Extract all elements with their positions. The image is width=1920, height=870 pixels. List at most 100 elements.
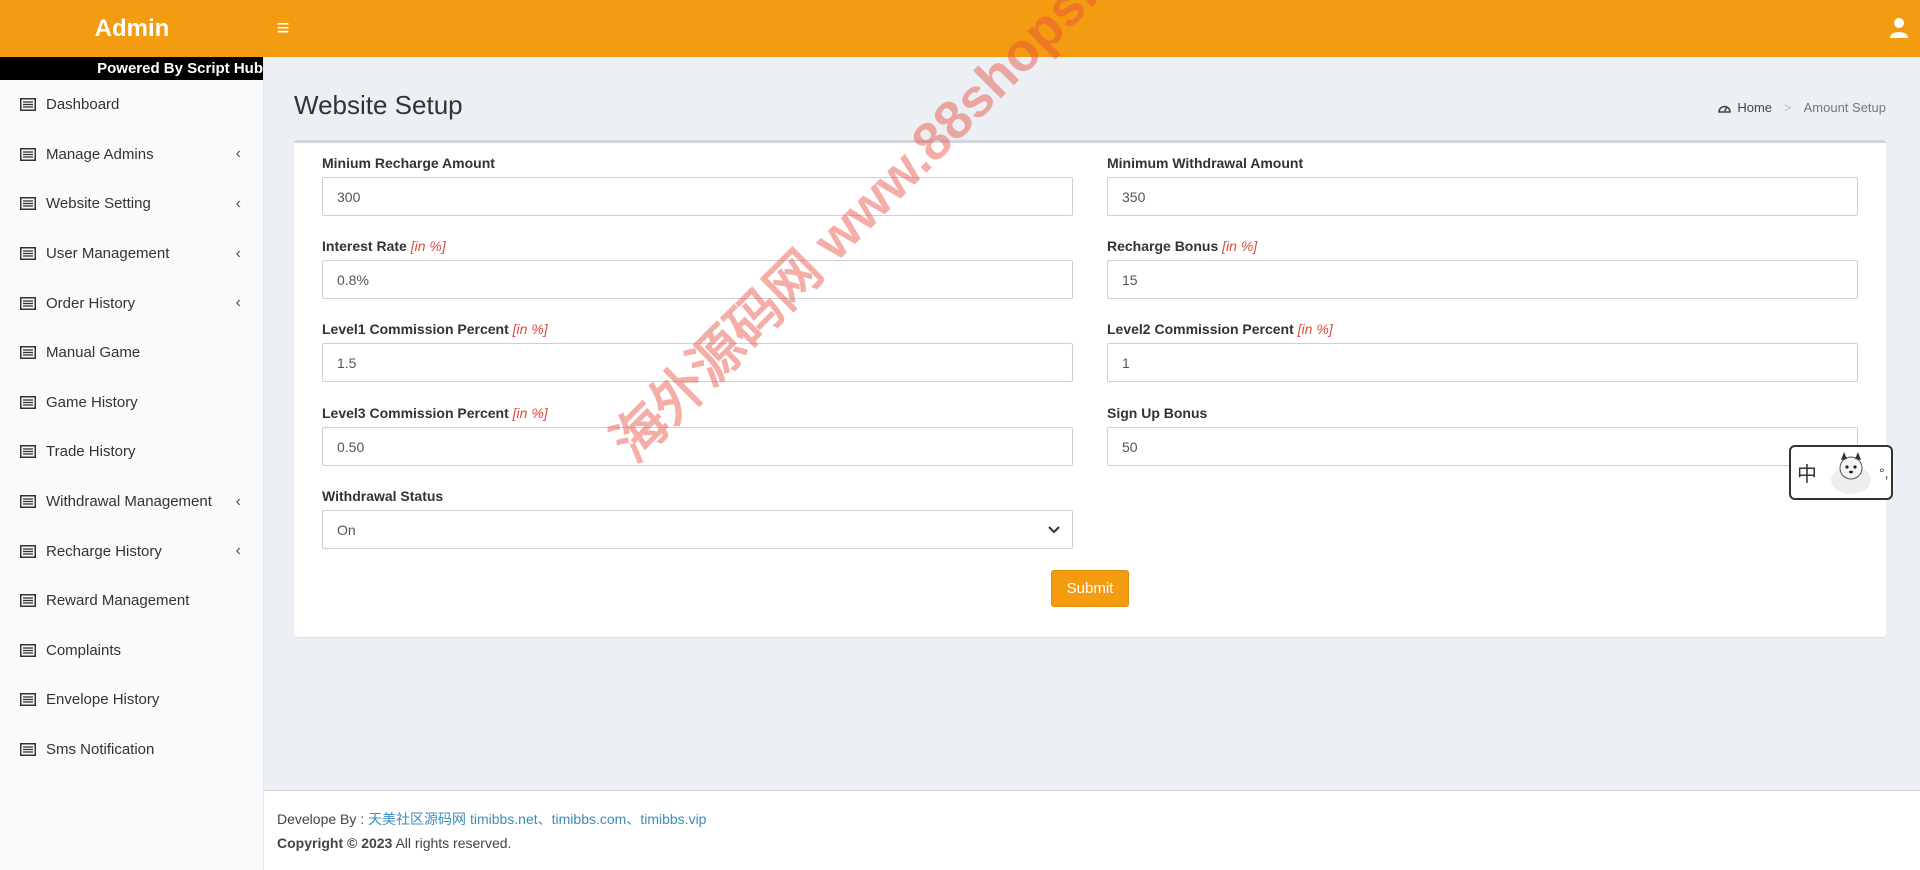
level2-commission-label: Level2 Commission Percent [in %]: [1107, 321, 1333, 337]
copyright-rest: All rights reserved.: [395, 835, 512, 851]
sidebar-item-label: Complaints: [46, 641, 122, 659]
unit-hint: [in %]: [1297, 321, 1333, 337]
sidebar-item-label: Envelope History: [46, 691, 160, 709]
min-withdrawal-input[interactable]: [1107, 177, 1858, 216]
list-icon: [20, 594, 36, 608]
level2-commission-input[interactable]: [1107, 343, 1858, 382]
content-header: Website Setup: [294, 90, 463, 121]
sidebar-item-recharge-history[interactable]: Recharge History ‹: [0, 526, 263, 576]
signup-bonus-field: Sign Up Bonus: [1107, 405, 1858, 466]
chevron-left-icon: ‹: [235, 294, 241, 312]
list-icon: [20, 544, 36, 558]
sidebar-item-website-setting[interactable]: Website Setting ‹: [0, 179, 263, 229]
copyright-line: Copyright © 2023 All rights reserved.: [277, 835, 1907, 851]
sidebar-item-manage-admins[interactable]: Manage Admins ‹: [0, 130, 263, 180]
withdrawal-status-field: Withdrawal Status On: [322, 488, 1073, 549]
interest-rate-input[interactable]: [322, 260, 1073, 299]
list-icon: [20, 643, 36, 657]
user-icon[interactable]: [1888, 16, 1910, 40]
page-title: Website Setup: [294, 90, 463, 120]
chevron-left-icon: ‹: [235, 542, 241, 560]
chevron-down-icon: [1048, 525, 1060, 533]
sidebar-item-label: Manual Game: [46, 344, 141, 362]
recharge-bonus-input[interactable]: [1107, 260, 1858, 299]
ime-punct-label: °,: [1879, 464, 1889, 481]
ime-language-label: 中: [1797, 464, 1817, 486]
level1-commission-field: Level1 Commission Percent [in %]: [322, 321, 1073, 382]
amount-setup-form: Minium Recharge Amount Minimum Withdrawa…: [294, 140, 1886, 637]
breadcrumb-home[interactable]: Home: [1737, 100, 1772, 115]
interest-rate-label: Interest Rate [in %]: [322, 238, 446, 254]
withdrawal-status-select[interactable]: On: [322, 510, 1073, 549]
sidebar-item-label: Reward Management: [46, 592, 190, 610]
unit-hint: [in %]: [512, 405, 548, 421]
unit-hint: [in %]: [410, 238, 446, 254]
sidebar-item-label: Manage Admins: [46, 145, 154, 163]
chevron-left-icon: ‹: [235, 244, 241, 262]
sidebar-item-manual-game[interactable]: Manual Game: [0, 328, 263, 378]
breadcrumb-separator: >: [1784, 100, 1792, 115]
list-icon: [20, 495, 36, 509]
withdrawal-status-value: On: [337, 521, 356, 538]
dashboard-icon: [1718, 105, 1732, 113]
min-withdrawal-field: Minimum Withdrawal Amount: [1107, 155, 1858, 216]
signup-bonus-input[interactable]: [1107, 427, 1858, 466]
developer-links[interactable]: 天美社区源码网 timibbs.net、timibbs.com、timibbs.…: [368, 811, 706, 827]
list-icon: [20, 743, 36, 757]
min-withdrawal-label: Minimum Withdrawal Amount: [1107, 155, 1304, 171]
min-recharge-input[interactable]: [322, 177, 1073, 216]
unit-hint: [in %]: [512, 321, 548, 337]
sidebar-item-label: Order History: [46, 294, 136, 312]
level2-commission-field: Level2 Commission Percent [in %]: [1107, 321, 1858, 382]
recharge-bonus-field: Recharge Bonus [in %]: [1107, 238, 1858, 299]
level3-commission-input[interactable]: [322, 427, 1073, 466]
ime-widget[interactable]: 中 °,: [1789, 445, 1893, 500]
sidebar: Powered By Script Hub Dashboard Manage Ad…: [0, 57, 264, 870]
sidebar-item-label: Website Setting: [46, 195, 151, 213]
sidebar-item-label: Withdrawal Management: [46, 493, 212, 511]
menu-toggle-icon[interactable]: ≡: [272, 14, 294, 42]
list-icon: [20, 247, 36, 261]
signup-bonus-label: Sign Up Bonus: [1107, 405, 1208, 421]
level1-commission-input[interactable]: [322, 343, 1073, 382]
sidebar-item-order-history[interactable]: Order History ‹: [0, 278, 263, 328]
sidebar-item-user-management[interactable]: User Management ‹: [0, 229, 263, 279]
sidebar-item-label: Dashboard: [46, 96, 120, 114]
chevron-left-icon: ‹: [235, 492, 241, 510]
app-logo[interactable]: Admin: [0, 0, 264, 57]
list-icon: [20, 98, 36, 112]
sidebar-item-dashboard[interactable]: Dashboard: [0, 80, 263, 130]
sidebar-item-trade-history[interactable]: Trade History: [0, 427, 263, 477]
sidebar-item-envelope-history[interactable]: Envelope History: [0, 675, 263, 725]
withdrawal-status-label: Withdrawal Status: [322, 488, 444, 504]
sidebar-item-label: Trade History: [46, 443, 136, 461]
list-icon: [20, 693, 36, 707]
sidebar-item-withdrawal-management[interactable]: Withdrawal Management ‹: [0, 477, 263, 527]
chevron-left-icon: ‹: [235, 194, 241, 212]
dog-avatar-icon: [1831, 451, 1871, 494]
list-icon: [20, 395, 36, 409]
developer-line: Develope By : 天美社区源码网 timibbs.net、timibb…: [277, 809, 1907, 829]
sidebar-menu: Dashboard Manage Admins ‹ Website Setting ‹ U…: [0, 80, 263, 774]
top-navbar: Admin ≡: [0, 0, 1920, 57]
breadcrumb-current: Amount Setup: [1803, 100, 1886, 115]
level3-commission-field: Level3 Commission Percent [in %]: [322, 405, 1073, 466]
powered-by-banner: Powered By Script Hub: [0, 57, 263, 80]
list-icon: [20, 296, 36, 310]
developer-prefix: Develope By :: [277, 811, 365, 827]
list-icon: [20, 445, 36, 459]
sidebar-item-complaints[interactable]: Complaints: [0, 626, 263, 676]
breadcrumb: Home > Amount Setup: [1718, 100, 1886, 115]
sidebar-item-label: Sms Notification: [46, 741, 155, 759]
list-icon: [20, 346, 36, 360]
list-icon: [20, 147, 36, 161]
sidebar-item-reward-management[interactable]: Reward Management: [0, 576, 263, 626]
sidebar-item-game-history[interactable]: Game History: [0, 378, 263, 428]
submit-button[interactable]: Submit: [1051, 570, 1129, 607]
unit-hint: [in %]: [1222, 238, 1258, 254]
sidebar-item-sms-notification[interactable]: Sms Notification: [0, 725, 263, 775]
copyright-year: Copyright © 2023: [277, 835, 393, 851]
recharge-bonus-label: Recharge Bonus [in %]: [1107, 238, 1258, 254]
sidebar-item-label: Recharge History: [46, 542, 162, 560]
list-icon: [20, 197, 36, 211]
